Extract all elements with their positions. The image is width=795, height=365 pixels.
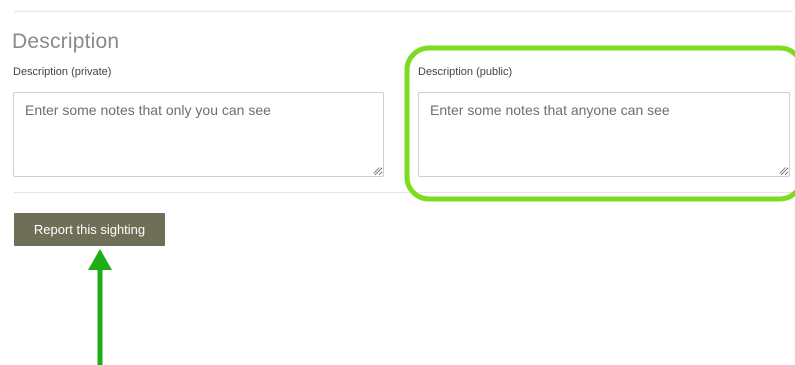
public-description-label: Description (public)	[418, 66, 513, 78]
bottom-divider	[14, 192, 793, 193]
public-description-field[interactable]	[418, 92, 790, 177]
report-sighting-button[interactable]: Report this sighting	[14, 213, 165, 246]
top-divider	[14, 11, 793, 12]
section-title: Description	[12, 30, 120, 53]
private-description-field[interactable]	[13, 92, 384, 177]
annotation-overlay	[88, 45, 795, 365]
arrow-head-icon	[88, 249, 112, 270]
private-description-label: Description (private)	[13, 66, 112, 78]
